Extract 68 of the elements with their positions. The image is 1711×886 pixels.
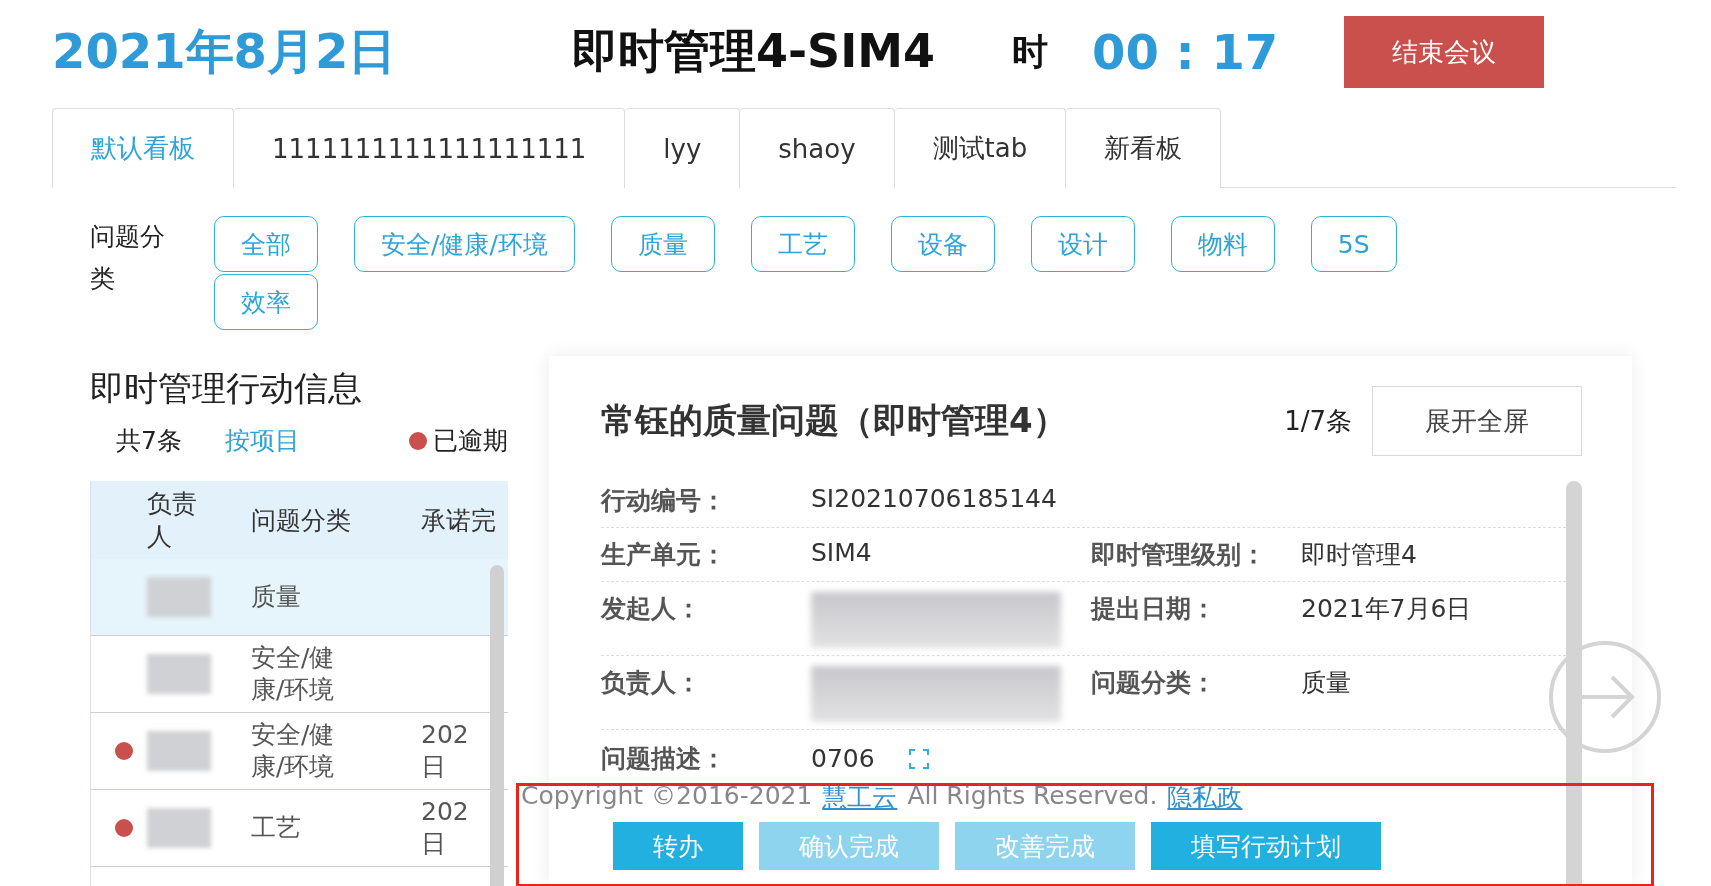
category-button[interactable]: 效率 (214, 274, 318, 330)
board-tab[interactable]: 1111111111111111111 (234, 108, 626, 188)
pager-text: 1/7条 (1284, 404, 1352, 438)
field-label: 即时管理级别： (1091, 539, 1267, 571)
table-cell-text: 质量 (251, 580, 302, 613)
field-label: 行动编号： (601, 485, 727, 517)
item-count: 共7条 (116, 425, 183, 457)
column-header: 承诺完 (421, 504, 497, 537)
scrollbar-thumb[interactable] (1566, 481, 1582, 886)
field-label: 问题描述： (601, 743, 727, 775)
copyright-text: Copyright ©2016-2021 (521, 781, 813, 812)
category-button[interactable]: 质量 (610, 216, 715, 272)
field-value: 即时管理4 (1301, 539, 1418, 571)
category-button[interactable]: 物料 (1170, 216, 1275, 272)
table-cell-text: 202日 (421, 718, 469, 783)
category-button[interactable]: 全部 (214, 216, 318, 272)
scrollbar-thumb[interactable] (490, 565, 504, 886)
board-tab[interactable]: 默认看板 (52, 108, 234, 188)
action-button[interactable]: 转办 (613, 822, 743, 870)
field-value: 2021年7月6日 (1301, 593, 1473, 625)
meeting-title: 即时管理4-SIM4 (572, 23, 937, 80)
rights-text: All Rights Reserved. (907, 781, 1158, 812)
category-button[interactable]: 安全/健康/环境 (354, 216, 575, 272)
table-cell-text: 安全/健康/环境 (251, 641, 336, 706)
field-value: SI20210706185144 (811, 484, 1058, 513)
redacted-block (147, 808, 211, 848)
legend-label: 已逾期 (433, 425, 508, 457)
board-tab[interactable]: lyy (625, 108, 741, 188)
category-button[interactable]: 5S (1310, 216, 1397, 272)
board-tab[interactable]: 新看板 (1066, 108, 1222, 188)
redacted-block (147, 731, 211, 771)
table-cell-text: 安全/健康/环境 (251, 718, 336, 783)
field-value: 质量 (1301, 667, 1352, 699)
expand-icon[interactable] (909, 748, 929, 769)
table-row[interactable]: 质量 (91, 559, 508, 636)
field-label: 生产单元： (601, 539, 727, 571)
category-button[interactable]: 设备 (890, 216, 995, 272)
board-tab[interactable]: shaoy (740, 108, 895, 188)
overdue-dot-icon (409, 431, 427, 450)
table-cell-text: 工艺 (251, 811, 302, 844)
fullscreen-button[interactable]: 展开全屏 (1372, 386, 1582, 456)
action-button[interactable]: 改善完成 (955, 822, 1135, 870)
category-button[interactable]: 设计 (1030, 216, 1135, 272)
redacted-block (147, 654, 211, 694)
detail-title: 常钰的质量问题（即时管理4） (601, 399, 1068, 442)
timer: 00 : 17 (1092, 24, 1280, 80)
end-meeting-button[interactable]: 结束会议 (1344, 16, 1544, 88)
timer-label: 时 (1012, 29, 1049, 74)
table-cell-text: 202日 (421, 795, 469, 860)
brand-link[interactable]: 慧工云 (822, 781, 898, 814)
field-label: 问题分类： (1091, 667, 1217, 699)
action-button[interactable]: 确认完成 (759, 822, 939, 870)
group-by-link[interactable]: 按项目 (224, 424, 410, 457)
category-label: 问题分类 (90, 221, 166, 295)
field-label: 发起人： (601, 593, 702, 625)
field-label: 负责人： (601, 667, 702, 699)
field-value: SIM4 (811, 538, 873, 567)
section-title: 即时管理行动信息 (90, 367, 363, 410)
privacy-link[interactable]: 隐私政 (1167, 781, 1243, 814)
column-header: 负责人 (147, 488, 198, 553)
field-value: 0706 (811, 744, 876, 773)
board-tab[interactable]: 测试tab (894, 108, 1067, 188)
field-label: 提出日期： (1091, 593, 1217, 625)
redacted-block (147, 577, 211, 617)
column-header: 问题分类 (251, 504, 352, 537)
meeting-date: 2021年8月2日 (52, 22, 398, 81)
action-button[interactable]: 填写行动计划 (1151, 822, 1381, 870)
category-button[interactable]: 工艺 (750, 216, 855, 272)
